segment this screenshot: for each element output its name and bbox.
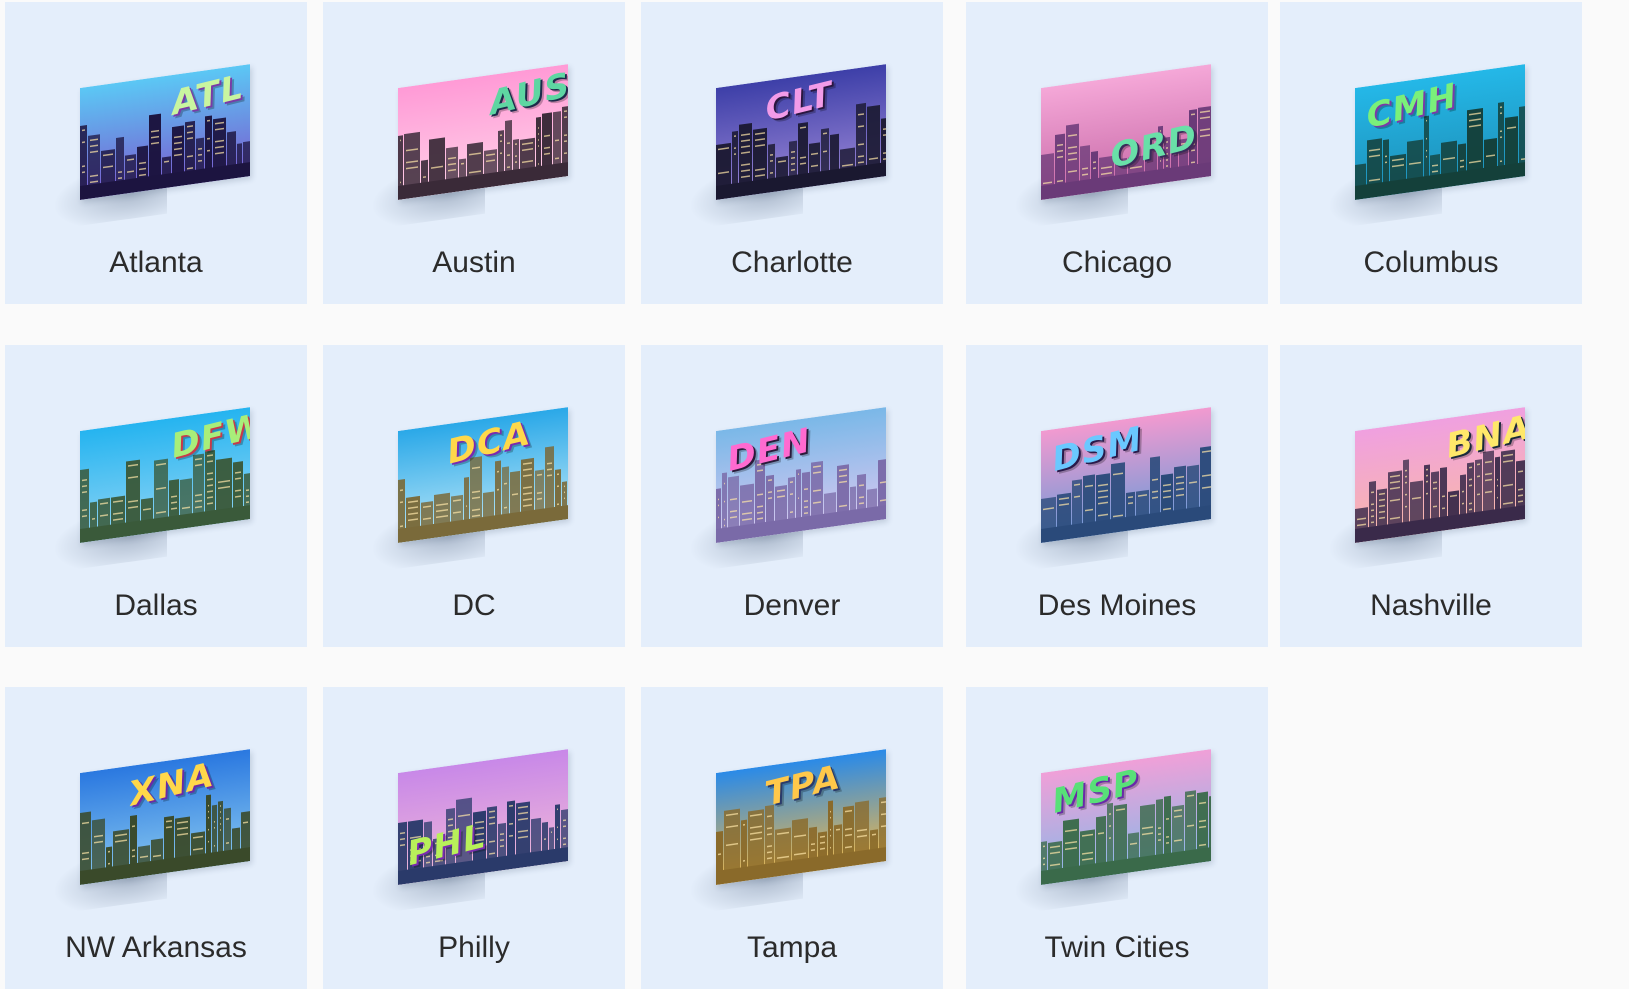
postcard: DCA: [398, 407, 568, 543]
postcard: DSM: [1041, 407, 1211, 543]
postcard: PHL: [398, 749, 568, 885]
city-card-content: PHL Philly: [323, 687, 625, 989]
city-card-atlanta[interactable]: ATL Atlanta: [5, 2, 307, 304]
postcard-image: XNA: [47, 749, 250, 916]
city-card-content: TPA Tampa: [641, 687, 943, 989]
city-name-label: Philly: [438, 931, 510, 964]
postcard: XNA: [80, 749, 250, 885]
city-card-tampa[interactable]: TPA Tampa: [641, 687, 943, 989]
postcard-image: ORD: [1008, 64, 1211, 231]
city-name-label: Columbus: [1363, 246, 1499, 279]
postcard: MSP: [1041, 749, 1211, 885]
city-card-philly[interactable]: PHL Philly: [323, 687, 625, 989]
city-card-nashville[interactable]: BNA Nashville: [1280, 345, 1582, 647]
city-card-content: AUS Austin: [323, 2, 625, 304]
city-name-label: Denver: [743, 589, 841, 622]
postcard-image: DFW: [47, 407, 250, 574]
postcard: BNA: [1355, 407, 1525, 543]
city-card-content: CMH Columbus: [1280, 2, 1582, 304]
city-name-label: Dallas: [114, 589, 198, 622]
city-name-label: Charlotte: [731, 246, 853, 279]
city-card-content: MSP Twin Cities: [966, 687, 1268, 989]
postcard: ATL: [80, 64, 250, 200]
city-card-content: CLT Charlotte: [641, 2, 943, 304]
city-card-content: DFW Dallas: [5, 345, 307, 647]
postcard: DEN: [716, 407, 886, 543]
city-card-content: BNA Nashville: [1280, 345, 1582, 647]
city-name-label: Atlanta: [109, 246, 203, 279]
city-card-content: DCA DC: [323, 345, 625, 647]
postcard-image: DSM: [1008, 407, 1211, 574]
postcard: TPA: [716, 749, 886, 885]
city-name-label: Des Moines: [1037, 589, 1197, 622]
postcard-image: AUS: [365, 64, 568, 231]
city-card-dallas[interactable]: DFW Dallas: [5, 345, 307, 647]
postcard-image: BNA: [1322, 407, 1525, 574]
city-name-label: Chicago: [1061, 246, 1173, 279]
city-card-content: DSM Des Moines: [966, 345, 1268, 647]
city-card-content: ORD Chicago: [966, 2, 1268, 304]
city-card-denver[interactable]: DEN Denver: [641, 345, 943, 647]
city-name-label: NW Arkansas: [65, 931, 247, 964]
city-card-twin-cities[interactable]: MSP Twin Cities: [966, 687, 1268, 989]
city-card-chicago[interactable]: ORD Chicago: [966, 2, 1268, 304]
postcard: CMH: [1355, 64, 1525, 200]
city-card-austin[interactable]: AUS Austin: [323, 2, 625, 304]
city-card-content: ATL Atlanta: [5, 2, 307, 304]
postcard: DFW: [80, 407, 250, 543]
postcard-image: DCA: [365, 407, 568, 574]
postcard-image: TPA: [683, 749, 886, 916]
city-name-label: DC: [452, 589, 496, 622]
city-card-content: DEN Denver: [641, 345, 943, 647]
city-card-des-moines[interactable]: DSM Des Moines: [966, 345, 1268, 647]
postcard-image: CLT: [683, 64, 886, 231]
postcard-image: CMH: [1322, 64, 1525, 231]
postcard: AUS: [398, 64, 568, 200]
city-card-charlotte[interactable]: CLT Charlotte: [641, 2, 943, 304]
postcard: ORD: [1041, 64, 1211, 200]
postcard-image: ATL: [47, 64, 250, 231]
city-card-content: XNA NW Arkansas: [5, 687, 307, 989]
city-name-label: Twin Cities: [1044, 931, 1190, 964]
city-grid: ATL Atlanta AUS Austin CLT Charlotte ORD Chi…: [0, 0, 1629, 989]
postcard-image: PHL: [365, 749, 568, 916]
city-name-label: Austin: [432, 246, 516, 279]
city-name-label: Tampa: [746, 931, 838, 964]
city-name-label: Nashville: [1370, 589, 1492, 622]
postcard: CLT: [716, 64, 886, 200]
city-card-nw-arkansas[interactable]: XNA NW Arkansas: [5, 687, 307, 989]
postcard-image: DEN: [683, 407, 886, 574]
postcard-image: MSP: [1008, 749, 1211, 916]
city-card-columbus[interactable]: CMH Columbus: [1280, 2, 1582, 304]
city-card-dc[interactable]: DCA DC: [323, 345, 625, 647]
